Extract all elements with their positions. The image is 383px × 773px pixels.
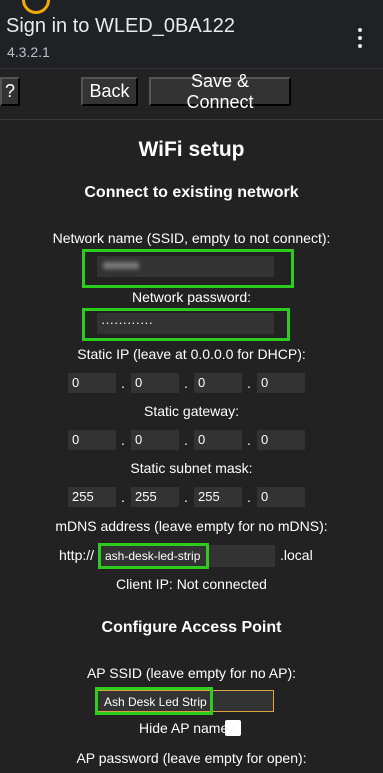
title-bar: Sign in to WLED_0BA122 4.3.2.1 bbox=[0, 0, 383, 68]
hide-ap-label: Hide AP name: bbox=[139, 720, 233, 736]
ip-dot: . bbox=[121, 489, 125, 505]
gateway-octet-1[interactable]: 0 bbox=[68, 430, 116, 450]
more-options-icon[interactable] bbox=[350, 28, 370, 48]
ssid-label: Network name (SSID, empty to not connect… bbox=[52, 230, 331, 246]
gateway-octet-2[interactable]: 0 bbox=[131, 430, 179, 450]
ip-dot: . bbox=[184, 489, 188, 505]
static-ip-octet-4[interactable]: 0 bbox=[257, 373, 305, 393]
existing-network-heading-wrap: Connect to existing network bbox=[0, 184, 383, 202]
subnet-label: Static subnet mask: bbox=[130, 460, 253, 476]
dialog-title: Sign in to WLED_0BA122 bbox=[6, 15, 236, 37]
mdns-suffix: .local bbox=[280, 547, 313, 563]
hide-ap-checkbox[interactable] bbox=[225, 720, 241, 736]
existing-network-heading: Connect to existing network bbox=[84, 184, 299, 201]
ip-dot: . bbox=[184, 432, 188, 448]
static-ip-label: Static IP (leave at 0.0.0.0 for DHCP): bbox=[77, 346, 306, 362]
dialog-subtitle: 4.3.2.1 bbox=[7, 44, 50, 60]
mdns-highlight bbox=[98, 543, 209, 569]
app-icon bbox=[22, 0, 50, 14]
ssid-highlight bbox=[82, 249, 294, 288]
static-ip-octet-2[interactable]: 0 bbox=[131, 373, 179, 393]
subnet-octet-2[interactable]: 255 bbox=[131, 487, 179, 507]
static-ip-octet-1[interactable]: 0 bbox=[68, 373, 116, 393]
page-title: WiFi setup bbox=[138, 138, 245, 161]
ip-dot: . bbox=[121, 375, 125, 391]
mdns-prefix: http:// bbox=[59, 547, 95, 563]
access-point-heading-wrap: Configure Access Point bbox=[0, 619, 383, 637]
mdns-label: mDNS address (leave empty for no mDNS): bbox=[55, 518, 328, 534]
gateway-octet-3[interactable]: 0 bbox=[194, 430, 242, 450]
ap-password-label: AP password (leave empty for open): bbox=[76, 750, 307, 766]
back-button[interactable]: Back bbox=[81, 77, 138, 106]
toolbar: ? Back Save & Connect bbox=[0, 69, 383, 120]
access-point-heading: Configure Access Point bbox=[101, 619, 282, 636]
help-button[interactable]: ? bbox=[0, 77, 20, 106]
gateway-octet-4[interactable]: 0 bbox=[257, 430, 305, 450]
ap-ssid-highlight bbox=[95, 687, 213, 715]
static-ip-octet-3[interactable]: 0 bbox=[194, 373, 242, 393]
ip-dot: . bbox=[184, 375, 188, 391]
subnet-octet-1[interactable]: 255 bbox=[68, 487, 116, 507]
ip-dot: . bbox=[121, 432, 125, 448]
ip-dot: . bbox=[247, 375, 251, 391]
subnet-octet-4[interactable]: 0 bbox=[257, 487, 305, 507]
client-ip-text: Client IP: Not connected bbox=[116, 576, 267, 592]
ap-ssid-label: AP SSID (leave empty for no AP): bbox=[86, 665, 297, 681]
password-label: Network password: bbox=[131, 289, 252, 305]
ip-dot: . bbox=[247, 432, 251, 448]
save-connect-button[interactable]: Save & Connect bbox=[149, 71, 291, 112]
subnet-octet-3[interactable]: 255 bbox=[194, 487, 242, 507]
gateway-label: Static gateway: bbox=[144, 403, 239, 419]
ip-dot: . bbox=[247, 489, 251, 505]
password-highlight bbox=[82, 308, 290, 341]
page-title-wrap: WiFi setup bbox=[0, 138, 383, 162]
